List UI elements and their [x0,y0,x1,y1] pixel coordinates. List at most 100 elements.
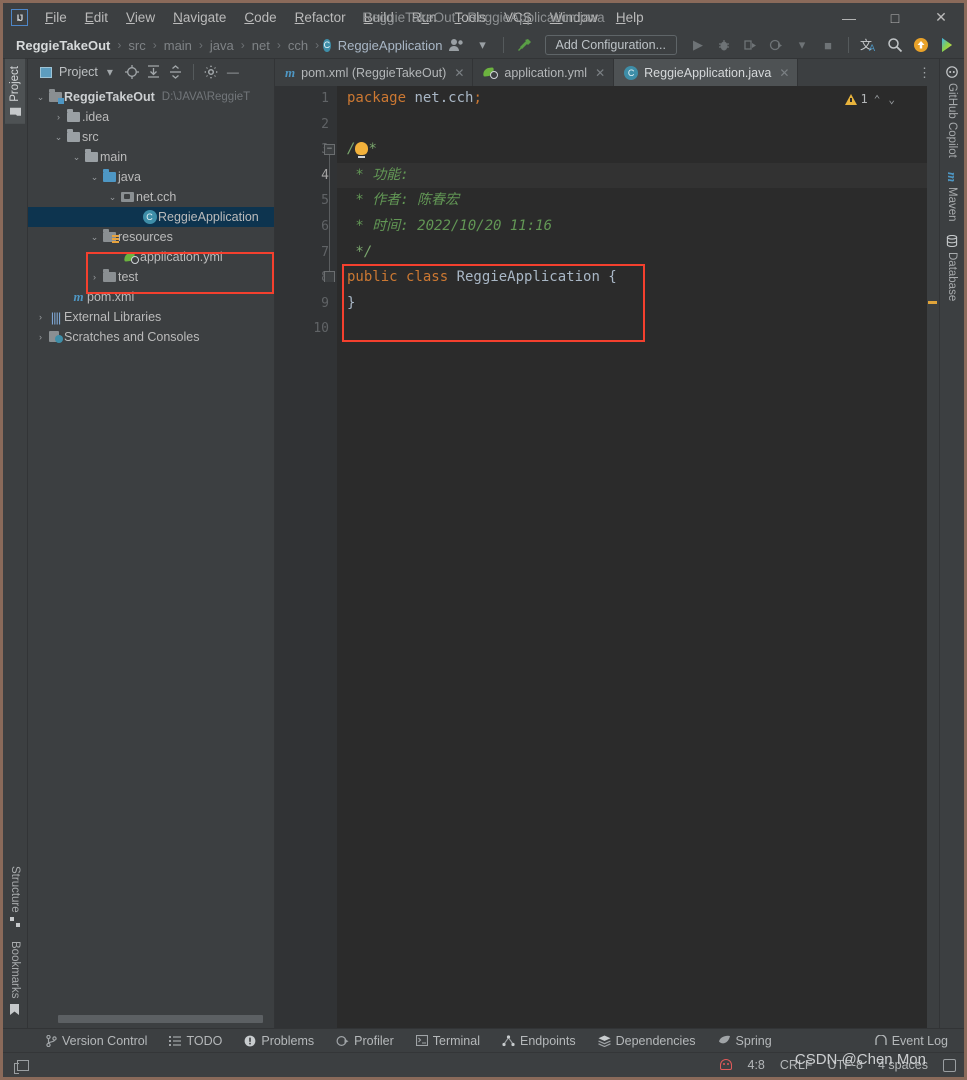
chevron-down-icon[interactable]: ⌄ [88,172,101,183]
android-robot-icon[interactable] [719,1058,733,1072]
sidebar-item-database[interactable]: Database [942,228,962,308]
translate-icon[interactable]: 文A [858,35,880,55]
run-configuration-selector[interactable]: Add Configuration... [544,35,677,55]
hide-panel-icon[interactable]: — [223,62,243,82]
tree-row-external-libraries[interactable]: › |||| External Libraries [28,307,274,327]
fold-collapse-icon[interactable]: − [324,144,335,155]
menu-window[interactable]: Window [541,7,607,28]
tree-row-src[interactable]: ⌄ src [28,127,274,147]
chevron-down-icon[interactable]: ⌄ [34,92,47,103]
tree-row-scratches-consoles[interactable]: › Scratches and Consoles [28,327,274,347]
bottom-tab-problems[interactable]: Problems [233,1032,325,1050]
error-stripe-bar[interactable] [927,86,939,1028]
menu-build[interactable]: Build [355,7,403,28]
chevron-right-icon[interactable]: › [88,272,101,282]
file-encoding[interactable]: UTF-8 [828,1058,863,1072]
prev-problem-icon[interactable]: ⌃ [872,93,883,106]
menu-code[interactable]: Code [235,7,285,28]
chevron-down-icon[interactable]: ⌄ [52,132,65,143]
tree-row-netcch[interactable]: ⌄ net.cch [28,187,274,207]
tree-row-resources[interactable]: ⌄ resources [28,227,274,247]
sidebar-item-bookmarks[interactable]: Bookmarks [5,934,25,1022]
more-options-icon[interactable]: ⋮ [910,59,939,86]
project-panel-horizontal-scrollbar[interactable] [28,1015,274,1028]
sidebar-item-github-copilot[interactable]: GitHub Copilot [942,59,962,165]
close-button[interactable]: ✕ [918,3,964,32]
run-with-coverage-icon[interactable] [739,35,761,55]
project-tree[interactable]: ⌄ ReggieTakeOut D:\JAVA\ReggieT › .idea … [28,85,274,1015]
bottom-tab-endpoints[interactable]: Endpoints [491,1032,587,1050]
next-problem-icon[interactable]: ⌄ [886,93,897,106]
chevron-down-icon[interactable]: ⌄ [70,152,83,163]
tree-row-reggietakeout[interactable]: ⌄ ReggieTakeOut D:\JAVA\ReggieT [28,87,274,107]
locate-icon[interactable] [122,62,142,82]
project-view-select-icon[interactable] [40,66,52,78]
menu-navigate[interactable]: Navigate [164,7,235,28]
bottom-tab-version-control[interactable]: Version Control [35,1032,158,1050]
tree-row-java[interactable]: ⌄ java [28,167,274,187]
code-content[interactable]: package net.cch; / * * 功能: * 作者: 陈春宏 * 时间… [337,86,939,1028]
bottom-tab-profiler[interactable]: Profiler [325,1032,405,1050]
read-only-lock-icon[interactable] [943,1058,956,1072]
chevron-down-icon[interactable]: ⌄ [106,192,119,203]
tree-row-main[interactable]: ⌄ main [28,147,274,167]
bottom-tab-todo[interactable]: TODO [158,1032,233,1050]
menu-file[interactable]: File [36,7,76,28]
chevron-down-icon[interactable]: ▾ [791,35,813,55]
sidebar-item-maven[interactable]: m Maven [940,165,964,229]
menu-vcs[interactable]: VCS [495,7,541,28]
user-avatar-icon[interactable] [446,35,468,55]
breadcrumb-item-project[interactable]: ReggieTakeOut [13,37,113,54]
menu-view[interactable]: View [117,7,164,28]
chevron-down-icon[interactable]: ▾ [472,35,494,55]
line-separator[interactable]: CRLF [780,1058,813,1072]
sidebar-item-structure[interactable]: Structure [5,859,25,935]
profile-icon[interactable] [765,35,787,55]
tab-reggieapplication-java[interactable]: C ReggieApplication.java ✕ [614,59,799,86]
close-icon[interactable]: ✕ [595,66,605,80]
tab-application-yml[interactable]: application.yml ✕ [473,59,615,86]
breadcrumb-item-main[interactable]: main [161,37,195,54]
close-icon[interactable]: ✕ [454,66,464,80]
bottom-tab-terminal[interactable]: Terminal [405,1032,491,1050]
collapse-all-icon[interactable] [166,62,186,82]
stop-icon[interactable]: ■ [817,35,839,55]
expand-all-icon[interactable] [144,62,164,82]
chevron-right-icon[interactable]: › [34,312,47,322]
breadcrumb-item-class[interactable]: ReggieApplication [335,37,446,54]
tool-window-icon[interactable] [11,1059,35,1074]
close-icon[interactable]: ✕ [779,66,789,80]
scrollbar-thumb[interactable] [58,1015,263,1023]
breadcrumb-item-net[interactable]: net [249,37,273,54]
minimize-button[interactable]: — [826,3,872,32]
tab-pom-xml[interactable]: m pom.xml (ReggieTakeOut) ✕ [275,59,474,86]
menu-help[interactable]: Help [607,7,653,28]
chevron-right-icon[interactable]: › [52,112,65,122]
menu-run[interactable]: Run [403,7,446,28]
menu-tools[interactable]: Tools [446,7,496,28]
inspection-widget[interactable]: 1 ⌃ ⌄ [844,92,897,106]
tree-row-reggieapplication[interactable]: C ReggieApplication [28,207,274,227]
editor-gutter[interactable]: 1 2 3 4 5 6 7 8 9 10 − [275,86,337,1028]
menu-refactor[interactable]: Refactor [286,7,355,28]
bottom-tab-dependencies[interactable]: Dependencies [587,1032,707,1050]
tree-row-test[interactable]: › test [28,267,274,287]
bottom-tab-spring[interactable]: Spring [707,1032,783,1050]
breadcrumb-item-java[interactable]: java [207,37,237,54]
run-icon[interactable]: ▶ [687,35,709,55]
debug-icon[interactable] [713,35,735,55]
menu-edit[interactable]: Edit [76,7,117,28]
gear-icon[interactable] [201,62,221,82]
maximize-button[interactable]: □ [872,3,918,32]
code-folding-strip[interactable]: − [323,86,337,1028]
chevron-down-icon[interactable]: ▾ [100,62,120,82]
breadcrumb-item-cch[interactable]: cch [285,37,311,54]
warning-stripe-mark[interactable] [928,301,937,304]
chevron-down-icon[interactable]: ⌄ [88,232,101,243]
bottom-tab-event-log[interactable]: Event Log [875,1034,964,1048]
tree-row-idea[interactable]: › .idea [28,107,274,127]
color-picker-icon[interactable] [936,35,958,55]
sidebar-item-project[interactable]: Project [5,59,25,124]
tree-row-applicationyml[interactable]: application.yml [28,247,274,267]
breadcrumb-item-src[interactable]: src [125,37,148,54]
